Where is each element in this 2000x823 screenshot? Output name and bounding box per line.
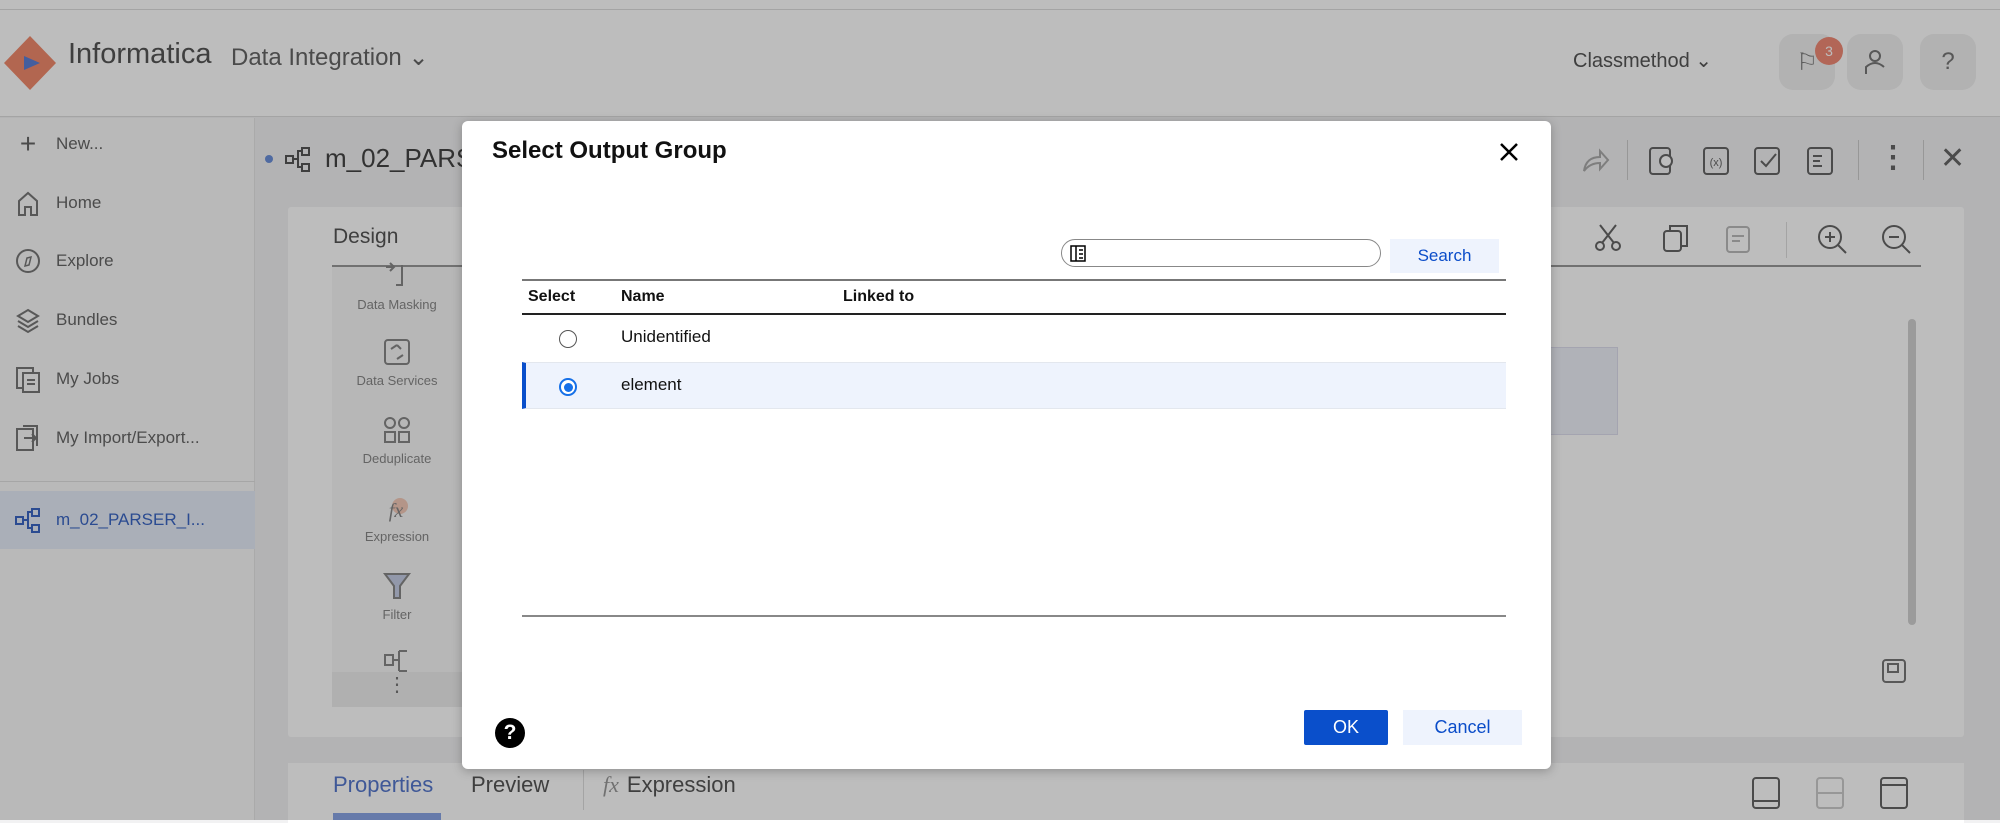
select-radio[interactable] [559,330,577,348]
select-radio-checked[interactable] [559,378,577,396]
column-header-linked-to: Linked to [843,288,915,305]
column-header-name: Name [621,288,665,305]
select-output-group-dialog: Select Output Group Search Select Name L… [462,121,1551,769]
table-bottom-border [522,615,1506,617]
dialog-title: Select Output Group [492,137,727,164]
close-icon[interactable] [1494,137,1524,167]
help-icon[interactable]: ? [495,718,525,748]
search-input[interactable] [1092,242,1372,264]
column-list-icon [1070,245,1086,262]
search-button[interactable]: Search [1390,239,1499,273]
row-name: element [621,375,682,394]
ok-button[interactable]: OK [1304,710,1388,745]
cancel-button[interactable]: Cancel [1403,710,1522,745]
table-row[interactable]: Unidentified [522,315,1506,362]
table-top-border [522,279,1506,281]
column-header-select: Select [528,288,576,305]
row-name: Unidentified [621,327,711,346]
search-field[interactable] [1061,239,1381,267]
table-row-selected[interactable]: element [522,362,1506,409]
